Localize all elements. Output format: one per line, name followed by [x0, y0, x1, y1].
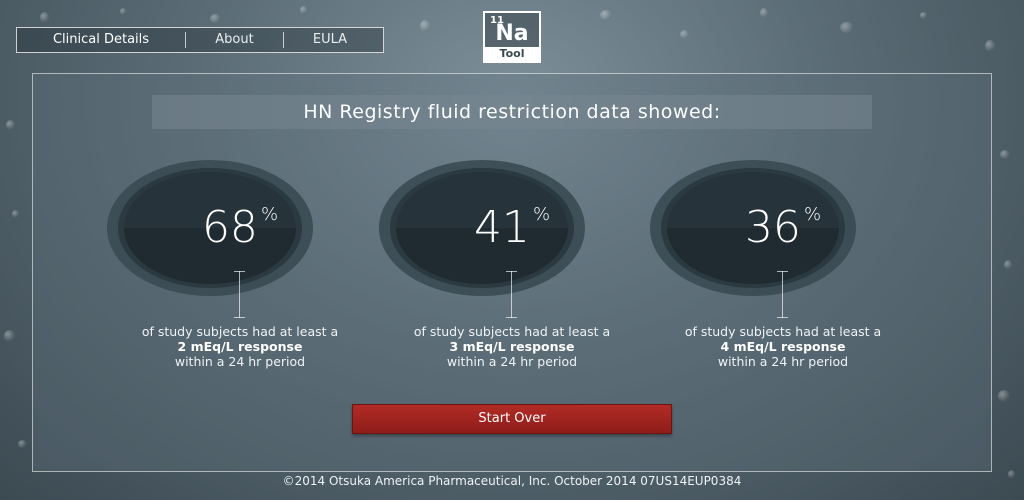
connector-line: [777, 271, 788, 318]
stat-number: 41: [473, 202, 530, 253]
stat-desc-line1: of study subjects had at least a: [684, 324, 882, 339]
stat-description: of study subjects had at least a 2 mEq/L…: [105, 324, 375, 369]
start-over-button[interactable]: Start Over: [352, 404, 672, 434]
stat-desc-line2: 2 mEq/L response: [177, 339, 303, 354]
nav-about[interactable]: About: [186, 32, 283, 48]
stat-value: 41%: [377, 202, 647, 253]
na-tool-logo: 11 Na Tool: [483, 11, 541, 63]
nav-eula[interactable]: EULA: [284, 32, 376, 48]
stat-desc-line1: of study subjects had at least a: [413, 324, 611, 339]
stat-desc-line3: within a 24 hr period: [446, 354, 578, 369]
page-heading: HN Registry fluid restriction data showe…: [152, 95, 872, 129]
stat-unit: %: [803, 204, 822, 225]
stat-desc-line3: within a 24 hr period: [717, 354, 849, 369]
logo-word: Tool: [485, 47, 539, 61]
stat-unit: %: [532, 204, 551, 225]
stat-desc-line1: of study subjects had at least a: [141, 324, 339, 339]
stat-card-1: 68% of study subjects had at least a 2 m…: [105, 156, 375, 376]
stat-card-2: 41% of study subjects had at least a 3 m…: [377, 156, 647, 376]
logo-symbol: Na: [495, 21, 529, 46]
nav-clinical-details[interactable]: Clinical Details: [17, 32, 185, 48]
stat-desc-line2: 4 mEq/L response: [720, 339, 846, 354]
connector-line: [234, 271, 245, 318]
main-nav: Clinical Details About EULA: [16, 27, 384, 53]
stat-card-3: 36% of study subjects had at least a 4 m…: [648, 156, 918, 376]
connector-line: [506, 271, 517, 318]
stat-unit: %: [260, 204, 279, 225]
stat-number: 68: [201, 202, 258, 253]
stat-value: 68%: [105, 202, 375, 253]
stat-value: 36%: [648, 202, 918, 253]
top-bar: Clinical Details About EULA 11 Na Tool: [0, 0, 1024, 74]
stat-number: 36: [744, 202, 801, 253]
copyright-footer: ©2014 Otsuka America Pharmaceutical, Inc…: [282, 474, 742, 488]
stat-desc-line3: within a 24 hr period: [174, 354, 306, 369]
stat-desc-line2: 3 mEq/L response: [449, 339, 575, 354]
stat-description: of study subjects had at least a 3 mEq/L…: [377, 324, 647, 369]
stat-description: of study subjects had at least a 4 mEq/L…: [648, 324, 918, 369]
